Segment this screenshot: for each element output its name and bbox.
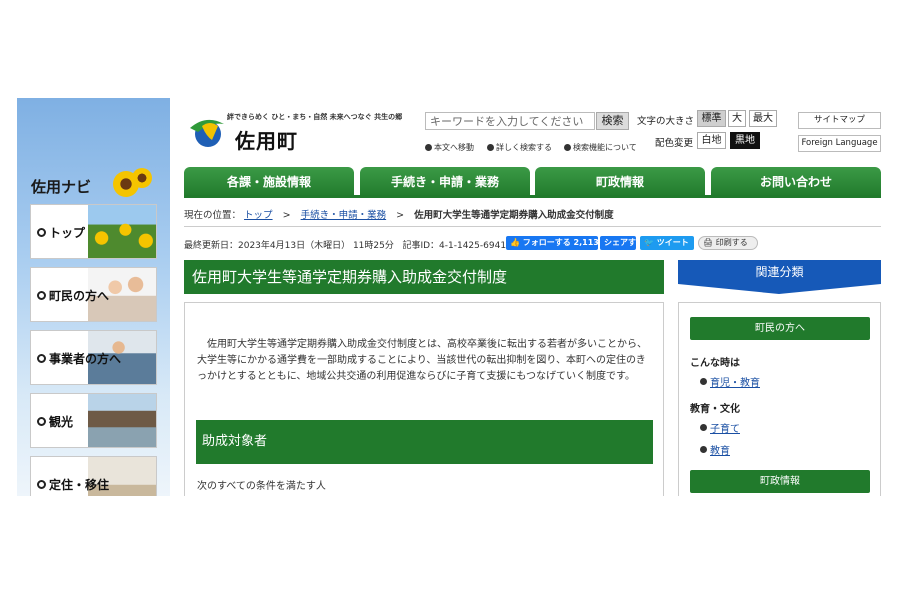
- intro-paragraph: 佐用町大学生等通学定期券購入助成金交付制度とは、高校卒業後に転出する若者が多いこ…: [197, 339, 647, 382]
- bullet-icon: [700, 378, 707, 385]
- sidebar-item-residents[interactable]: 町民の方へ: [30, 267, 157, 322]
- bullet-icon: [425, 144, 432, 151]
- sidebar-item-settle[interactable]: 定住・移住: [30, 456, 157, 496]
- gnav-facilities[interactable]: 各課・施設情報: [184, 167, 354, 197]
- bullet-icon: [37, 291, 46, 300]
- bullet-icon: [700, 446, 707, 453]
- related-categories-heading: 関連分類: [678, 260, 881, 284]
- link-childcare-education[interactable]: 育児・教育: [700, 374, 760, 389]
- color-scheme-label: 配色変更: [655, 138, 694, 149]
- sitemap-button[interactable]: サイトマップ: [798, 112, 881, 129]
- foreign-language-button[interactable]: Foreign Language: [798, 135, 881, 152]
- facebook-share-button[interactable]: シェアする: [600, 236, 636, 250]
- category-residents-button[interactable]: 町民の方へ: [690, 317, 870, 340]
- print-button[interactable]: 🖨 印刷する: [698, 236, 758, 250]
- link-education[interactable]: 教育: [700, 442, 730, 457]
- page-title: 佐用町大学生等通学定期券購入助成金交付制度: [184, 260, 664, 294]
- section-heading: 助成対象者: [196, 420, 653, 464]
- breadcrumb-top-link[interactable]: トップ: [244, 210, 273, 221]
- search-button[interactable]: 検索: [596, 112, 629, 130]
- font-size-large-button[interactable]: 大: [728, 110, 746, 127]
- gnav-town-admin[interactable]: 町政情報: [535, 167, 705, 197]
- logo-name[interactable]: 佐用町: [235, 125, 298, 154]
- font-size-label: 文字の大きさ: [637, 116, 695, 127]
- breadcrumb-current: 佐用町大学生等通学定期券購入助成金交付制度: [414, 210, 614, 221]
- category-town-admin-button[interactable]: 町政情報: [690, 470, 870, 493]
- sidebar-item-top[interactable]: トップ: [30, 204, 157, 259]
- article-meta: 最終更新日：2023年4月13日（木曜日） 11時25分 記事ID：4-1-14…: [184, 238, 506, 251]
- skip-to-content-link[interactable]: 本文へ移動: [425, 142, 474, 153]
- related-categories-box: 町民の方へ こんな時は 育児・教育 教育・文化 子育て 教育 町政情報: [678, 302, 881, 496]
- bullet-icon: [37, 228, 46, 237]
- updated-date: 最終更新日：2023年4月13日（木曜日） 11時25分: [184, 241, 394, 251]
- font-size-xlarge-button[interactable]: 最大: [749, 110, 777, 127]
- bullet-icon: [37, 354, 46, 363]
- sidebar-title: 佐用ナビ: [31, 178, 92, 196]
- sunflower-icon: [132, 168, 152, 188]
- search-input[interactable]: [425, 112, 595, 130]
- sidebar-item-label: 町民の方へ: [49, 289, 110, 303]
- breadcrumb: 現在の位置： トップ > 手続き・申請・業務 > 佐用町大学生等通学定期券購入助…: [184, 210, 614, 221]
- gnav-procedures[interactable]: 手続き・申請・業務: [360, 167, 530, 197]
- conditions-text: 次のすべての条件を満たす人: [197, 481, 326, 492]
- category-group-heading: こんな時は: [690, 358, 740, 369]
- sidebar-item-label: 事業者の方へ: [49, 352, 122, 366]
- town-logo-icon: [190, 119, 224, 147]
- sidebar-item-business[interactable]: 事業者の方へ: [30, 330, 157, 385]
- article-id: 記事ID：4-1-1425-6941: [402, 241, 507, 251]
- bullet-icon: [37, 417, 46, 426]
- sidebar-item-tourism[interactable]: 観光: [30, 393, 157, 448]
- gnav-underline: [184, 195, 881, 198]
- browser-viewport: 佐用ナビ トップ 町民の方へ 事業者の方へ 観光 定住・移住 絆できらめく ひと…: [17, 98, 881, 496]
- heading-arrow: [678, 284, 881, 294]
- logo-tagline: 絆できらめく ひと・まち・自然 未来へつなぐ 共生の郷: [227, 113, 403, 121]
- category-group-heading: 教育・文化: [690, 404, 740, 415]
- divider: [184, 226, 881, 227]
- article-body: 佐用町大学生等通学定期券購入助成金交付制度とは、高校卒業後に転出する若者が多いこ…: [184, 302, 664, 496]
- sunflower-field-image: [88, 205, 156, 258]
- breadcrumb-procedures-link[interactable]: 手続き・申請・業務: [301, 210, 387, 221]
- color-black-button[interactable]: 黒地: [730, 132, 760, 149]
- sidebar-item-label: トップ: [49, 226, 86, 240]
- sidebar-item-label: 定住・移住: [49, 478, 110, 492]
- bullet-icon: [700, 424, 707, 431]
- advanced-search-link[interactable]: 詳しく検索する: [487, 142, 552, 153]
- tweet-button[interactable]: 🐦 ツイート: [640, 236, 694, 250]
- bullet-icon: [37, 480, 46, 489]
- gnav-contact[interactable]: お問い合わせ: [711, 167, 881, 197]
- font-size-standard-button[interactable]: 標準: [697, 110, 726, 127]
- color-white-button[interactable]: 白地: [697, 132, 726, 149]
- bullet-icon: [487, 144, 494, 151]
- facebook-follow-button[interactable]: 👍 フォローする 2,113: [506, 236, 598, 250]
- sidebar-navi: 佐用ナビ トップ 町民の方へ 事業者の方へ 観光 定住・移住: [17, 98, 170, 496]
- townscape-image: [88, 394, 156, 447]
- bullet-icon: [564, 144, 571, 151]
- sidebar-item-label: 観光: [49, 415, 74, 429]
- search-help-link[interactable]: 検索機能について: [564, 142, 637, 153]
- link-parenting[interactable]: 子育て: [700, 420, 740, 435]
